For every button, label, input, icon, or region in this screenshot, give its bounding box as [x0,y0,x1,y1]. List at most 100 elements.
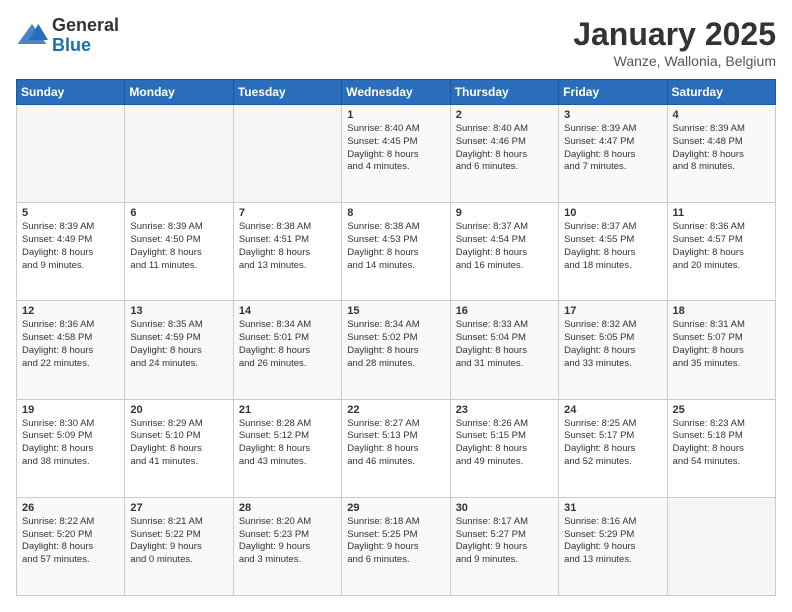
col-tuesday: Tuesday [233,80,341,105]
location: Wanze, Wallonia, Belgium [573,53,776,69]
day-number: 16 [456,305,553,317]
calendar-cell-4-4: 30Sunrise: 8:17 AM Sunset: 5:27 PM Dayli… [450,497,558,595]
day-number: 18 [673,305,770,317]
logo-icon [16,20,48,52]
day-info: Sunrise: 8:18 AM Sunset: 5:25 PM Dayligh… [347,516,444,567]
calendar-cell-3-6: 25 Sunrise: 8:23 AM Sunset: 5:18 PM Dayli… [667,399,775,497]
calendar-cell-2-6: 18 Sunrise: 8:31 AM Sunset: 5:07 PM Dayli… [667,301,775,399]
day-info: Sunrise: 8:39 AM Sunset: 4:47 PM Dayligh… [564,123,661,174]
calendar-cell-3-4: 23Sunrise: 8:26 AM Sunset: 5:15 PM Dayli… [450,399,558,497]
day-info: Sunrise: 8:39 AM Sunset: 4:49 PM Dayligh… [22,221,119,272]
calendar-cell-4-5: 31 Sunrise: 8:16 AM Sunset: 5:29 PM Dayli… [559,497,667,595]
page: General Blue January 2025 Wanze, Walloni… [0,0,792,612]
calendar-cell-4-6 [667,497,775,595]
calendar-cell-0-4: 2 Sunrise: 8:40 AM Sunset: 4:46 PM Daylig… [450,105,558,203]
day-info: Sunrise: 8:32 AM Sunset: 5:05 PM Dayligh… [564,319,661,370]
day-info: Sunrise: 8:36 AM Sunset: 4:57 PM Dayligh… [673,221,770,272]
day-info: Sunrise: 8:20 AM Sunset: 5:23 PM Dayligh… [239,516,336,567]
day-info: Sunrise: 8:34 AM Sunset: 5:01 PM Dayligh… [239,319,336,370]
calendar-cell-1-4: 9Sunrise: 8:37 AM Sunset: 4:54 PM Daylig… [450,203,558,301]
title-block: January 2025 Wanze, Wallonia, Belgium [573,16,776,69]
day-number: 13 [130,305,227,317]
day-info: Sunrise: 8:38 AM Sunset: 4:51 PM Dayligh… [239,221,336,272]
calendar-cell-2-1: 13 Sunrise: 8:35 AM Sunset: 4:59 PM Dayli… [125,301,233,399]
day-number: 15 [347,305,444,317]
calendar-table: Sunday Monday Tuesday Wednesday Thursday… [16,79,776,596]
calendar-cell-1-2: 7 Sunrise: 8:38 AM Sunset: 4:51 PM Daylig… [233,203,341,301]
calendar-cell-4-3: 29 Sunrise: 8:18 AM Sunset: 5:25 PM Dayli… [342,497,450,595]
day-info: Sunrise: 8:36 AM Sunset: 4:58 PM Dayligh… [22,319,119,370]
col-sunday: Sunday [17,80,125,105]
day-number: 2 [456,109,553,121]
day-number: 31 [564,502,661,514]
calendar-cell-3-0: 19Sunrise: 8:30 AM Sunset: 5:09 PM Dayli… [17,399,125,497]
day-info: Sunrise: 8:22 AM Sunset: 5:20 PM Dayligh… [22,516,119,567]
day-number: 8 [347,207,444,219]
day-number: 1 [347,109,444,121]
calendar-cell-1-5: 10 Sunrise: 8:37 AM Sunset: 4:55 PM Dayli… [559,203,667,301]
calendar-cell-4-0: 26 Sunrise: 8:22 AM Sunset: 5:20 PM Dayli… [17,497,125,595]
calendar-cell-0-5: 3 Sunrise: 8:39 AM Sunset: 4:47 PM Daylig… [559,105,667,203]
calendar-cell-4-2: 28 Sunrise: 8:20 AM Sunset: 5:23 PM Dayli… [233,497,341,595]
day-info: Sunrise: 8:23 AM Sunset: 5:18 PM Dayligh… [673,418,770,469]
calendar-cell-0-3: 1 Sunrise: 8:40 AM Sunset: 4:45 PM Daylig… [342,105,450,203]
logo-general-text: General [52,16,119,36]
day-info: Sunrise: 8:35 AM Sunset: 4:59 PM Dayligh… [130,319,227,370]
calendar-cell-2-5: 17 Sunrise: 8:32 AM Sunset: 5:05 PM Dayli… [559,301,667,399]
day-info: Sunrise: 8:40 AM Sunset: 4:45 PM Dayligh… [347,123,444,174]
day-info: Sunrise: 8:29 AM Sunset: 5:10 PM Dayligh… [130,418,227,469]
day-number: 4 [673,109,770,121]
day-number: 6 [130,207,227,219]
day-number: 30 [456,502,553,514]
day-info: Sunrise: 8:31 AM Sunset: 5:07 PM Dayligh… [673,319,770,370]
day-number: 14 [239,305,336,317]
day-number: 25 [673,404,770,416]
day-number: 28 [239,502,336,514]
logo: General Blue [16,16,119,56]
header: General Blue January 2025 Wanze, Walloni… [16,16,776,69]
day-info: Sunrise: 8:37 AM Sunset: 4:55 PM Dayligh… [564,221,661,272]
day-number: 29 [347,502,444,514]
day-number: 17 [564,305,661,317]
day-info: Sunrise: 8:40 AM Sunset: 4:46 PM Dayligh… [456,123,553,174]
logo-blue-text: Blue [52,36,119,56]
week-row-4: 19Sunrise: 8:30 AM Sunset: 5:09 PM Dayli… [17,399,776,497]
day-info: Sunrise: 8:38 AM Sunset: 4:53 PM Dayligh… [347,221,444,272]
calendar-cell-1-6: 11Sunrise: 8:36 AM Sunset: 4:57 PM Dayli… [667,203,775,301]
week-row-1: 1 Sunrise: 8:40 AM Sunset: 4:45 PM Daylig… [17,105,776,203]
day-info: Sunrise: 8:21 AM Sunset: 5:22 PM Dayligh… [130,516,227,567]
day-info: Sunrise: 8:16 AM Sunset: 5:29 PM Dayligh… [564,516,661,567]
day-number: 9 [456,207,553,219]
day-info: Sunrise: 8:34 AM Sunset: 5:02 PM Dayligh… [347,319,444,370]
logo-text: General Blue [52,16,119,56]
col-friday: Friday [559,80,667,105]
calendar-cell-2-4: 16 Sunrise: 8:33 AM Sunset: 5:04 PM Dayli… [450,301,558,399]
calendar-cell-3-3: 22Sunrise: 8:27 AM Sunset: 5:13 PM Dayli… [342,399,450,497]
week-row-3: 12 Sunrise: 8:36 AM Sunset: 4:58 PM Dayli… [17,301,776,399]
day-info: Sunrise: 8:33 AM Sunset: 5:04 PM Dayligh… [456,319,553,370]
day-number: 3 [564,109,661,121]
month-title: January 2025 [573,16,776,53]
calendar-cell-0-6: 4Sunrise: 8:39 AM Sunset: 4:48 PM Daylig… [667,105,775,203]
calendar-cell-3-1: 20 Sunrise: 8:29 AM Sunset: 5:10 PM Dayli… [125,399,233,497]
day-info: Sunrise: 8:27 AM Sunset: 5:13 PM Dayligh… [347,418,444,469]
calendar-cell-3-2: 21Sunrise: 8:28 AM Sunset: 5:12 PM Dayli… [233,399,341,497]
day-number: 27 [130,502,227,514]
calendar-cell-1-0: 5 Sunrise: 8:39 AM Sunset: 4:49 PM Daylig… [17,203,125,301]
col-wednesday: Wednesday [342,80,450,105]
day-number: 10 [564,207,661,219]
day-number: 20 [130,404,227,416]
day-number: 12 [22,305,119,317]
calendar-header-row: Sunday Monday Tuesday Wednesday Thursday… [17,80,776,105]
day-number: 26 [22,502,119,514]
day-number: 5 [22,207,119,219]
day-number: 24 [564,404,661,416]
day-number: 7 [239,207,336,219]
calendar-cell-1-1: 6Sunrise: 8:39 AM Sunset: 4:50 PM Daylig… [125,203,233,301]
calendar-cell-2-2: 14 Sunrise: 8:34 AM Sunset: 5:01 PM Dayli… [233,301,341,399]
calendar-cell-4-1: 27 Sunrise: 8:21 AM Sunset: 5:22 PM Dayli… [125,497,233,595]
calendar-cell-2-3: 15 Sunrise: 8:34 AM Sunset: 5:02 PM Dayli… [342,301,450,399]
calendar-cell-0-2 [233,105,341,203]
day-info: Sunrise: 8:25 AM Sunset: 5:17 PM Dayligh… [564,418,661,469]
week-row-2: 5 Sunrise: 8:39 AM Sunset: 4:49 PM Daylig… [17,203,776,301]
